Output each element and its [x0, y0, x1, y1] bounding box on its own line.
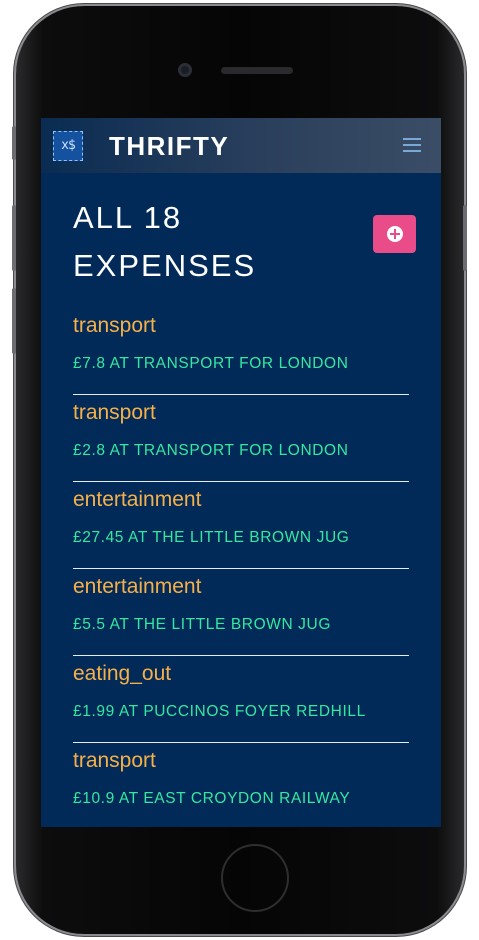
dollar-logo-icon[interactable]: x$ [53, 131, 83, 161]
add-expense-button[interactable] [373, 215, 416, 253]
expense-item[interactable]: entertainment £5.5 AT THE LITTLE BROWN J… [73, 569, 409, 656]
expense-category: transport [73, 749, 156, 772]
expense-detail: £1.99 AT PUCCINOS FOYER REDHILL [73, 703, 366, 720]
app-screen: x$ THRIFTY ALL 18 EXPENSES transport £7.… [41, 118, 441, 827]
expense-detail: £27.45 AT THE LITTLE BROWN JUG [73, 529, 350, 546]
home-button[interactable] [221, 844, 289, 912]
expense-item[interactable]: eating_out £1.99 AT PUCCINOS FOYER REDHI… [73, 656, 409, 743]
expense-detail: £2.8 AT TRANSPORT FOR LONDON [73, 442, 349, 459]
expense-detail: £7.8 AT TRANSPORT FOR LONDON [73, 355, 349, 372]
volume-down-button [12, 288, 16, 354]
mute-switch [12, 126, 16, 160]
navbar: x$ THRIFTY [41, 118, 441, 173]
expense-item[interactable]: transport £10.9 AT EAST CROYDON RAILWAY [73, 743, 409, 827]
expense-category: transport [73, 314, 156, 337]
expense-list: transport £7.8 AT TRANSPORT FOR LONDON t… [73, 308, 409, 827]
page-title-line2: EXPENSES [73, 248, 257, 283]
expense-category: eating_out [73, 662, 172, 685]
expense-category: transport [73, 401, 156, 424]
plus-circle-icon [387, 226, 403, 242]
hamburger-icon[interactable] [403, 138, 421, 152]
volume-up-button [12, 205, 16, 271]
earpiece-speaker [221, 67, 293, 74]
brand-title[interactable]: THRIFTY [109, 130, 229, 162]
expense-detail: £10.9 AT EAST CROYDON RAILWAY [73, 790, 351, 807]
page-title-line1: ALL 18 [73, 200, 183, 235]
expense-item[interactable]: entertainment £27.45 AT THE LITTLE BROWN… [73, 482, 409, 569]
power-button [463, 205, 467, 271]
front-camera [178, 63, 192, 77]
expense-item[interactable]: transport £7.8 AT TRANSPORT FOR LONDON [73, 308, 409, 395]
page-title: ALL 18 EXPENSES [73, 194, 323, 290]
expense-category: entertainment [73, 575, 202, 598]
expense-category: entertainment [73, 488, 202, 511]
expense-detail: £5.5 AT THE LITTLE BROWN JUG [73, 616, 331, 633]
expense-item[interactable]: transport £2.8 AT TRANSPORT FOR LONDON [73, 395, 409, 482]
